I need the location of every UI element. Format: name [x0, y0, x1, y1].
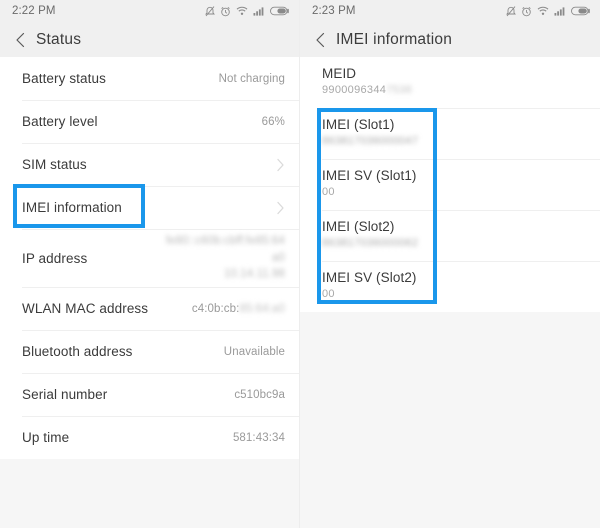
row-label: IMEI SV (Slot2)	[322, 270, 417, 285]
row-label: IMEI (Slot1)	[322, 117, 395, 132]
meid-visible-part: 9900096344	[322, 84, 387, 96]
list-item-sim-status[interactable]: SIM status	[0, 143, 299, 186]
status-bar-clock: 2:23 PM	[312, 5, 356, 17]
status-bar-clock: 2:22 PM	[12, 5, 56, 17]
page-title: IMEI information	[336, 30, 453, 48]
battery-icon	[270, 6, 290, 16]
row-label: Serial number	[22, 387, 108, 402]
wifi-icon	[537, 6, 549, 16]
mute-icon	[205, 5, 215, 17]
ip-line-3: 10.14.11.98	[224, 268, 285, 281]
list-item-ip-address[interactable]: IP address fe80::c60b:cbff:fe85:64 a0 10…	[0, 229, 299, 287]
right-phone-screen: 2:23 PM IMEI information MEID 9900096344…	[300, 0, 600, 528]
status-bar-left: 2:22 PM	[0, 0, 299, 22]
row-value: c4:0b:cb:85:64:a0	[192, 303, 285, 315]
row-value: Unavailable	[223, 345, 285, 358]
meid-redacted-part: 7538	[386, 84, 412, 96]
row-label: IMEI SV (Slot1)	[322, 168, 417, 183]
wifi-icon	[236, 6, 248, 16]
row-value: 863817036000062	[322, 237, 419, 249]
title-bar-left: Status	[0, 22, 299, 57]
row-label: WLAN MAC address	[22, 301, 149, 316]
status-bar-icons	[506, 5, 591, 17]
dual-screenshot-container: 2:22 PM Status Battery status Not chargi…	[0, 0, 600, 528]
chevron-right-icon	[276, 201, 285, 215]
battery-icon	[571, 6, 591, 16]
list-item-up-time[interactable]: Up time 581:43:34	[0, 416, 299, 459]
list-item-imei-sv-slot2[interactable]: IMEI SV (Slot2) 00	[300, 261, 600, 312]
page-title: Status	[36, 30, 82, 48]
row-label: MEID	[322, 66, 357, 81]
row-value-ip: fe80::c60b:cbff:fe85:64 a0 10.14.11.98	[166, 234, 285, 281]
left-phone-screen: 2:22 PM Status Battery status Not chargi…	[0, 0, 300, 528]
list-item-wlan-mac-address[interactable]: WLAN MAC address c4:0b:cb:85:64:a0	[0, 287, 299, 330]
list-item-imei-slot2[interactable]: IMEI (Slot2) 863817036000062	[300, 210, 600, 261]
row-label: Battery level	[22, 114, 98, 129]
list-item-battery-status[interactable]: Battery status Not charging	[0, 57, 299, 100]
row-label: SIM status	[22, 157, 87, 172]
alarm-icon	[220, 6, 231, 17]
status-bar-icons	[205, 5, 290, 17]
row-value: 863817036000047	[322, 135, 419, 147]
list-item-battery-level[interactable]: Battery level 66%	[0, 100, 299, 143]
status-bar-right: 2:23 PM	[300, 0, 600, 22]
row-value: 66%	[261, 115, 285, 128]
row-label: IMEI information	[22, 200, 122, 215]
row-label: Up time	[22, 430, 70, 445]
list-item-meid[interactable]: MEID 99000963447538	[300, 57, 600, 108]
mac-redacted-part: 85:64:a0	[239, 302, 285, 315]
status-list: Battery status Not charging Battery leve…	[0, 57, 299, 459]
row-label: Bluetooth address	[22, 344, 133, 359]
list-item-imei-information[interactable]: IMEI information	[0, 186, 299, 229]
back-chevron-icon[interactable]	[12, 30, 30, 50]
signal-icon	[253, 6, 265, 16]
row-label: Battery status	[22, 71, 106, 86]
back-chevron-icon[interactable]	[312, 30, 330, 50]
row-value: 00	[322, 186, 335, 198]
ip-line-1: fe80::c60b:cbff:fe85:64	[165, 235, 285, 248]
list-item-serial-number[interactable]: Serial number c510bc9a	[0, 373, 299, 416]
chevron-right-icon	[276, 158, 285, 172]
ip-line-2: a0	[272, 251, 285, 264]
imei-information-list: MEID 99000963447538 IMEI (Slot1) 8638170…	[300, 57, 600, 312]
mute-icon	[506, 5, 516, 17]
row-value: c510bc9a	[234, 388, 285, 401]
row-label: IP address	[22, 250, 88, 266]
row-value: 99000963447538	[322, 84, 586, 96]
list-item-imei-slot1[interactable]: IMEI (Slot1) 863817036000047	[300, 108, 600, 159]
row-value: 581:43:34	[232, 431, 285, 444]
mac-visible-part: c4:0b:cb:	[191, 302, 240, 315]
row-value: 00	[322, 288, 335, 300]
list-item-bluetooth-address[interactable]: Bluetooth address Unavailable	[0, 330, 299, 373]
row-value: Not charging	[218, 72, 285, 85]
title-bar-right: IMEI information	[300, 22, 600, 57]
row-label: IMEI (Slot2)	[322, 219, 395, 234]
list-item-imei-sv-slot1[interactable]: IMEI SV (Slot1) 00	[300, 159, 600, 210]
alarm-icon	[521, 6, 532, 17]
signal-icon	[554, 6, 566, 16]
